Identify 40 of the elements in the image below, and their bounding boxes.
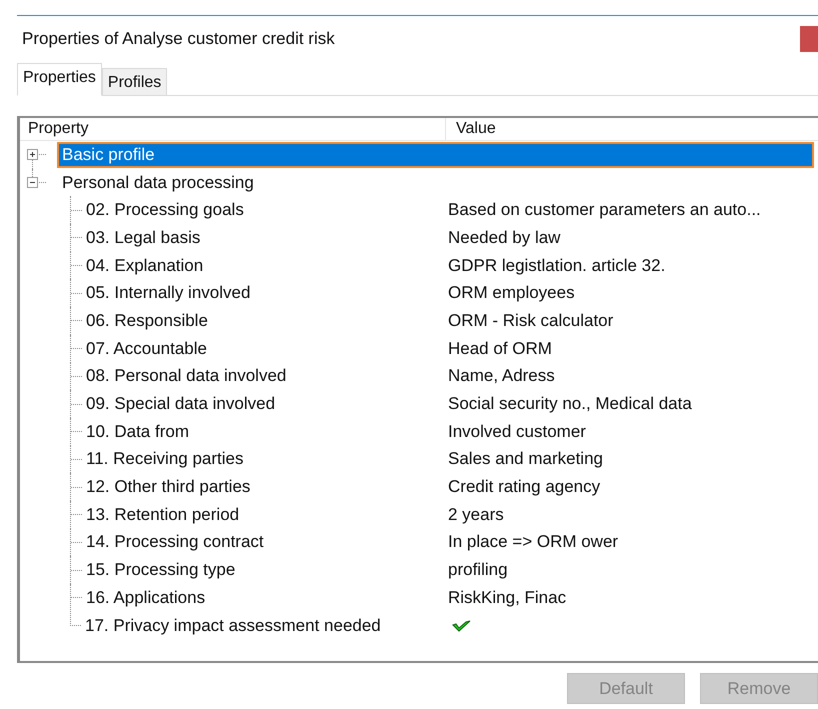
- property-value[interactable]: Involved customer: [448, 422, 586, 442]
- property-name[interactable]: 08. Personal data involved: [86, 366, 286, 386]
- property-name[interactable]: 10. Data from: [86, 422, 189, 442]
- property-name[interactable]: 07. Accountable: [86, 338, 207, 359]
- property-name[interactable]: 16. Applications: [86, 588, 206, 608]
- property-name[interactable]: 15. Processing type: [86, 560, 236, 580]
- property-name[interactable]: 13. Retention period: [86, 504, 240, 525]
- tree-node[interactable]: Personal data processing: [59, 172, 257, 194]
- property-value[interactable]: 2 years: [448, 504, 504, 525]
- property-name[interactable]: 05. Internally involved: [86, 283, 250, 304]
- column-header[interactable]: Value: [446, 118, 818, 140]
- property-name[interactable]: 09. Special data involved: [86, 394, 276, 414]
- property-name[interactable]: 11. Receiving parties: [86, 449, 244, 470]
- property-value[interactable]: Social security no., Medical data: [448, 394, 692, 414]
- property-value[interactable]: Head of ORM: [448, 338, 552, 359]
- window-title: Properties of Analyse customer credit risk: [22, 29, 335, 49]
- tab[interactable]: Properties: [17, 63, 102, 96]
- property-value[interactable]: ORM - Risk calculator: [448, 310, 614, 331]
- tab[interactable]: Profiles: [102, 68, 168, 96]
- property-name[interactable]: 04. Explanation: [86, 256, 204, 276]
- tree-node[interactable]: Basic profile: [59, 144, 812, 166]
- property-value[interactable]: Based on customer parameters an auto...: [448, 200, 761, 220]
- property-name[interactable]: 03. Legal basis: [86, 228, 200, 248]
- property-name[interactable]: 12. Other third parties: [86, 477, 250, 498]
- property-name[interactable]: 02. Processing goals: [86, 200, 244, 220]
- property-value[interactable]: Needed by law: [448, 228, 560, 248]
- property-value[interactable]: RiskKing, Finac: [448, 588, 566, 608]
- property-value[interactable]: Name, Adress: [448, 366, 555, 386]
- property-value[interactable]: GDPR legistlation. article 32.: [448, 256, 666, 276]
- property-name[interactable]: 17. Privacy impact assessment needed: [85, 616, 381, 636]
- property-name[interactable]: 06. Responsible: [86, 310, 208, 331]
- property-value[interactable]: Sales and marketing: [448, 449, 603, 470]
- collapse-icon[interactable]: [27, 177, 38, 188]
- property-value[interactable]: Credit rating agency: [448, 477, 600, 498]
- property-name[interactable]: 14. Processing contract: [86, 532, 264, 552]
- column-header[interactable]: Property: [20, 118, 446, 140]
- property-value[interactable]: ORM employees: [448, 283, 575, 304]
- property-value[interactable]: In place => ORM ower: [448, 532, 618, 552]
- expand-icon[interactable]: [27, 149, 38, 160]
- property-value[interactable]: profiling: [448, 560, 508, 580]
